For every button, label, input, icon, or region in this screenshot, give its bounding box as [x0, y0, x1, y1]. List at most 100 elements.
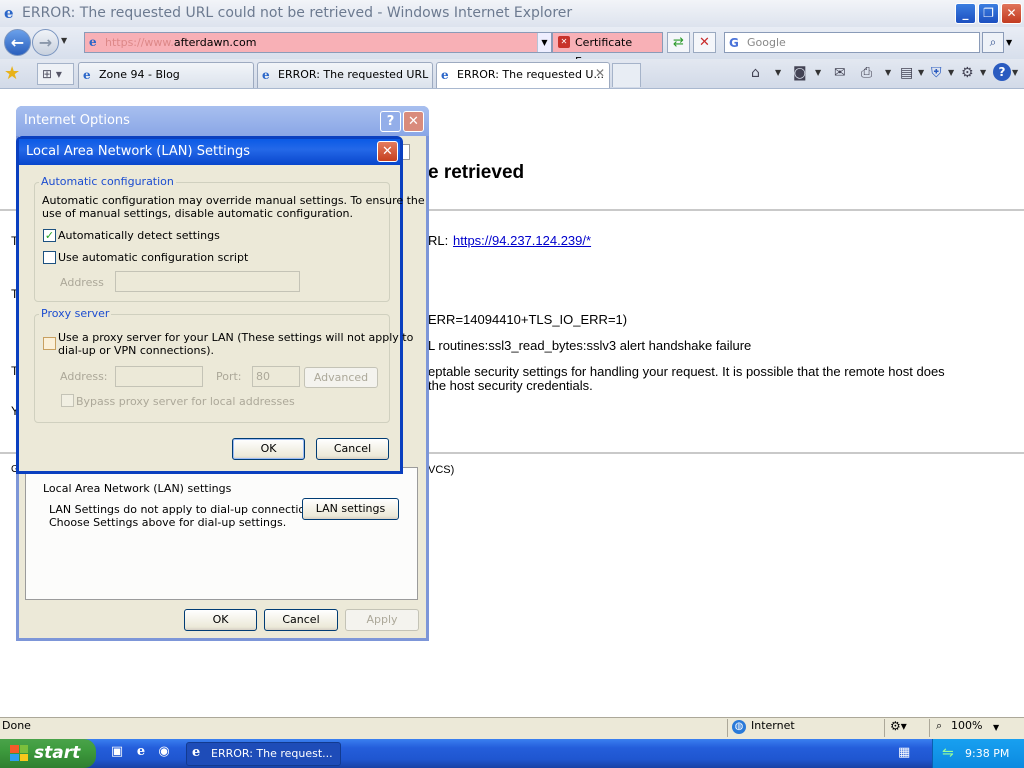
protected-mode-icon[interactable]: ⚙▾ — [890, 719, 907, 733]
quicklaunch-ie-icon[interactable]: e — [133, 744, 149, 760]
url-link[interactable]: https://94.237.124.239/* — [453, 233, 591, 248]
lan-dialog-title: Local Area Network (LAN) Settings — [19, 139, 400, 165]
clock[interactable]: 9:38 PM — [965, 747, 1009, 760]
auto-detect-label: Automatically detect settings — [58, 229, 220, 242]
zoom-level[interactable]: 100% — [936, 719, 982, 732]
address-bar[interactable]: https://www.afterdawn.com — [84, 32, 552, 53]
safety-shield-icon[interactable]: ⛨ — [931, 63, 942, 83]
use-proxy-label-line1: Use a proxy server for your LAN (These s… — [58, 331, 414, 344]
use-proxy-label-line2: dial-up or VPN connections). — [58, 344, 215, 357]
tab-error-1[interactable]: e ERROR: The requested URL ... — [257, 62, 433, 88]
zoom-magnifier-icon: ⌕ — [936, 719, 943, 732]
page-dropdown-icon[interactable]: ▼ — [918, 68, 924, 77]
home-icon[interactable]: ⌂ — [751, 63, 760, 83]
status-bar — [0, 717, 1024, 739]
advanced-button[interactable]: Advanced — [304, 367, 378, 388]
favorites-star-icon[interactable]: ★ — [4, 63, 20, 84]
close-button[interactable]: ✕ — [1001, 3, 1022, 24]
feeds-icon[interactable]: ◙ — [793, 63, 807, 83]
tab-ie-icon: e — [83, 68, 91, 82]
internet-options-title: Internet Options — [16, 106, 429, 136]
print-icon[interactable]: ⎙ — [861, 63, 872, 83]
cancel-button[interactable]: Cancel — [264, 609, 338, 631]
bypass-label: Bypass proxy server for local addresses — [76, 395, 295, 408]
close-icon[interactable]: ✕ — [377, 141, 398, 162]
forward-button[interactable]: → — [32, 29, 59, 56]
tab-zone94-blog[interactable]: e Zone 94 - Blog — [78, 62, 254, 88]
use-script-checkbox[interactable] — [43, 251, 56, 264]
quicklaunch-media-icon[interactable]: ◉ — [156, 744, 172, 760]
proxy-legend: Proxy server — [39, 307, 112, 320]
lan-cancel-button[interactable]: Cancel — [316, 438, 389, 460]
ssl-error-text: L routines:ssl3_read_bytes:sslv3 alert h… — [428, 338, 752, 353]
ok-button[interactable]: OK — [184, 609, 257, 631]
security-text-line2: the host security credentials. — [428, 378, 593, 393]
url-label: RL: — [428, 233, 449, 248]
window-title: ERROR: The requested URL could not be re… — [0, 0, 1024, 27]
maximize-button[interactable]: ❐ — [978, 3, 999, 24]
apply-button[interactable]: Apply — [345, 609, 419, 631]
stop-button[interactable]: ✕ — [693, 32, 716, 53]
taskbar-item-label: ERROR: The request... — [211, 747, 333, 760]
quicklaunch-explorer-icon[interactable]: ▣ — [109, 744, 125, 760]
address-dropdown-icon[interactable]: ▼ — [537, 33, 551, 52]
auto-detect-checkbox[interactable]: ✓ — [43, 229, 56, 242]
proxy-address-field[interactable] — [115, 366, 203, 387]
auto-config-desc-line2: use of manual settings, disable automati… — [42, 207, 354, 220]
minimize-button[interactable]: _ — [955, 3, 976, 24]
help-dropdown-icon[interactable]: ▼ — [1012, 68, 1018, 77]
history-dropdown-icon[interactable]: ▼ — [61, 36, 67, 45]
page-icon-menu[interactable]: ▤ — [900, 63, 913, 83]
script-address-field[interactable] — [115, 271, 300, 292]
tab-close-icon[interactable]: ✕ — [595, 66, 605, 80]
zoom-dropdown-icon[interactable]: ▼ — [993, 723, 999, 732]
windows-flag-icon — [10, 745, 28, 761]
back-button[interactable]: ← — [4, 29, 31, 56]
tab-label: ERROR: The requested URL ... — [278, 68, 433, 81]
address-label: Address — [60, 276, 104, 289]
print-dropdown-icon[interactable]: ▼ — [885, 68, 891, 77]
page-heading: e retrieved — [428, 162, 525, 183]
tab-label: Zone 94 - Blog — [99, 68, 180, 81]
status-text: Done — [2, 719, 31, 732]
search-options-dropdown-icon[interactable]: ▼ — [1006, 38, 1012, 47]
safety-dropdown-icon[interactable]: ▼ — [948, 68, 954, 77]
tools-gear-icon[interactable]: ⚙ — [961, 63, 974, 83]
proxy-address-label: Address: — [60, 370, 108, 383]
close-icon[interactable]: ✕ — [403, 111, 424, 132]
keyboard-icon[interactable]: ▦ — [898, 745, 910, 760]
auto-config-desc-line1: Automatic configuration may override man… — [42, 194, 425, 207]
search-button[interactable]: ⌕ — [982, 32, 1004, 53]
lan-settings-button[interactable]: LAN settings — [302, 498, 399, 520]
feeds-dropdown-icon[interactable]: ▼ — [815, 68, 821, 77]
use-script-label: Use automatic configuration script — [58, 251, 249, 264]
status-separator — [929, 719, 930, 737]
network-icon[interactable]: ⇋ — [942, 745, 954, 761]
help-icon[interactable]: ? — [993, 63, 1011, 81]
quick-tabs-button[interactable]: ⊞ ▾ — [37, 63, 74, 85]
use-proxy-checkbox[interactable] — [43, 337, 56, 350]
security-zone[interactable]: Internet — [732, 719, 795, 732]
security-text-line1: eptable security settings for handling y… — [428, 364, 945, 379]
shield-x-icon: ✕ — [558, 36, 570, 48]
page-icon: e — [89, 35, 97, 49]
refresh-button[interactable]: ⇄ — [667, 32, 690, 53]
tab-error-2[interactable]: e ERROR: The requested U... — [436, 62, 610, 88]
tab-ie-icon: e — [441, 68, 449, 82]
bypass-checkbox[interactable] — [61, 394, 74, 407]
taskbar-item-ie[interactable]: ERROR: The request... — [186, 742, 341, 766]
new-tab-button[interactable] — [612, 63, 641, 87]
error-code-text: ERR=14094410+TLS_IO_ERR=1) — [428, 312, 628, 327]
port-field[interactable]: 80 — [252, 366, 300, 387]
lan-note-line1: LAN Settings do not apply to dial-up con… — [49, 503, 322, 516]
help-button[interactable]: ? — [380, 111, 401, 132]
lan-note-line2: Choose Settings above for dial-up settin… — [49, 516, 287, 529]
mail-icon[interactable]: ✉ — [834, 63, 846, 83]
tab-label: ERROR: The requested U... — [457, 68, 604, 81]
tools-dropdown-icon[interactable]: ▼ — [980, 68, 986, 77]
home-dropdown-icon[interactable]: ▼ — [775, 68, 781, 77]
search-input[interactable]: Google — [724, 32, 980, 53]
address-prefix: https://www. — [105, 36, 174, 49]
footer-text: VCS) — [428, 464, 455, 476]
lan-ok-button[interactable]: OK — [232, 438, 305, 460]
